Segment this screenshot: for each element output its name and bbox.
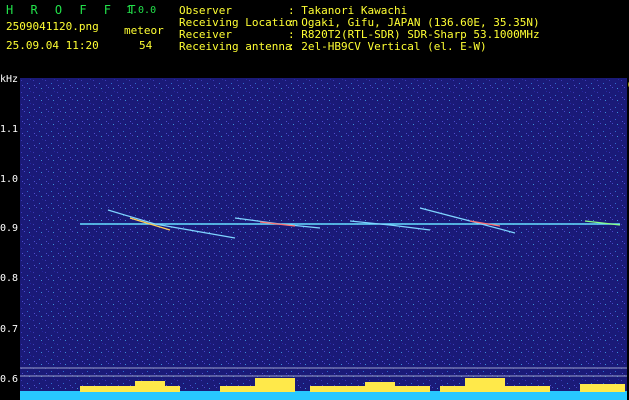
spectrogram-canvas xyxy=(20,78,627,400)
y-tick-label: 1.1 xyxy=(0,124,19,135)
info-value-antenna: : 2el-HB9CV Vertical (el. E-W) xyxy=(288,40,487,53)
meteor-label: meteor xyxy=(124,24,164,37)
activity-bar xyxy=(135,381,165,392)
y-tick-label: 0.9 xyxy=(0,223,19,234)
activity-bar xyxy=(580,384,625,392)
info-label-antenna: Receiving antenna xyxy=(179,40,292,53)
y-tick-label: 0.7 xyxy=(0,324,19,335)
y-tick-label: 0.8 xyxy=(0,273,19,284)
app-title: H R O F F T xyxy=(6,3,141,17)
file-name: 2509041120.png xyxy=(6,20,99,33)
spectrogram-plot xyxy=(20,78,627,400)
activity-bar xyxy=(465,378,505,392)
y-tick-label: 1.0 xyxy=(0,174,19,185)
app-version: 1.0.0 xyxy=(126,5,157,16)
activity-bar xyxy=(255,378,295,392)
header-panel: H R O F F T 1.0.0 2509041120.png meteor … xyxy=(0,0,629,72)
y-axis-unit: kHz xyxy=(0,74,19,85)
y-tick-label: 0.6 xyxy=(0,374,19,385)
file-datetime: 25.09.04 11:20 xyxy=(6,39,99,52)
noise-background xyxy=(20,78,627,400)
activity-bar xyxy=(365,382,395,392)
meteor-count: 54 xyxy=(139,39,153,52)
bottom-baseline xyxy=(20,391,627,400)
